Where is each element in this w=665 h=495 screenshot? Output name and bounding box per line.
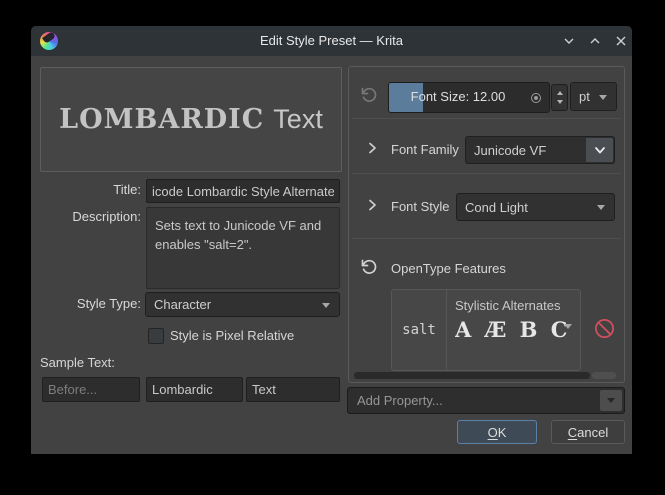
font-family-label: Font Family <box>391 142 459 157</box>
cancel-button[interactable]: Cancel <box>551 420 625 444</box>
font-size-unit-value: pt <box>579 89 590 104</box>
style-type-value: Character <box>154 297 212 312</box>
preview-plain-text: Text <box>273 104 323 134</box>
title-label: Title: <box>113 182 141 197</box>
pixel-relative-checkbox[interactable] <box>148 328 164 344</box>
feature-name: Stylistic Alternates <box>455 298 561 313</box>
chevron-down-icon <box>597 205 605 210</box>
chevron-down-icon <box>607 398 615 403</box>
add-property-dropdown[interactable]: Add Property... <box>347 387 625 414</box>
row-separator <box>352 238 621 239</box>
opentype-features-label: OpenType Features <box>391 261 506 276</box>
font-style-value: Cond Light <box>465 199 528 215</box>
sample-before-input[interactable] <box>42 377 140 402</box>
minimize-button[interactable] <box>561 34 577 48</box>
title-input[interactable] <box>146 179 340 203</box>
row-separator <box>352 173 621 174</box>
style-preview: LOMBARDIC Text <box>40 67 342 172</box>
remove-feature-icon[interactable] <box>593 317 616 340</box>
style-type-label: Style Type: <box>76 296 141 311</box>
scrollbar-handle[interactable] <box>354 372 590 379</box>
cancel-label-initial: C <box>567 424 578 440</box>
horizontal-scrollbar[interactable] <box>354 372 616 379</box>
sample-after-input[interactable] <box>246 377 340 402</box>
spin-up-icon[interactable] <box>556 90 563 95</box>
preview-styled-text: LOMBARDIC <box>59 104 265 135</box>
sample-middle-input[interactable] <box>146 377 243 402</box>
dialog-body: LOMBARDIC Text Title: Description: Sets … <box>31 56 632 454</box>
maximize-button[interactable] <box>587 34 603 48</box>
font-style-label: Font Style <box>391 199 450 214</box>
font-size-stepper[interactable] <box>551 84 568 111</box>
chevron-down-icon <box>599 94 607 100</box>
font-size-unit-dropdown[interactable]: pt <box>570 82 617 111</box>
expand-font-style-icon[interactable] <box>365 198 379 212</box>
add-property-placeholder: Add Property... <box>357 393 443 408</box>
opentype-feature-item[interactable]: salt Stylistic Alternates A Æ B C D <box>391 289 581 371</box>
desktop-background: Edit Style Preset — Krita LOMBARDIC Text… <box>0 0 665 495</box>
feature-tag: salt <box>392 290 447 370</box>
font-size-value: Font Size: 12.00 <box>410 89 506 104</box>
style-type-dropdown[interactable]: Character <box>145 292 340 317</box>
description-textarea[interactable]: Sets text to Junicode VF and enables "sa… <box>146 207 340 289</box>
ok-label-initial: O <box>487 424 498 440</box>
font-family-value: Junicode VF <box>474 142 547 158</box>
edit-style-preset-dialog: Edit Style Preset — Krita LOMBARDIC Text… <box>31 26 632 454</box>
feature-glyph-preview: A Æ B C D <box>455 317 573 342</box>
scrollbar-track-end <box>592 372 616 379</box>
chevron-down-icon <box>322 302 330 308</box>
window-title: Edit Style Preset — Krita <box>259 33 404 48</box>
ok-label-rest: K <box>497 424 507 440</box>
sample-text-label: Sample Text: <box>40 355 115 370</box>
titlebar[interactable]: Edit Style Preset — Krita <box>31 26 632 56</box>
properties-scrollarea: Font Size: 12.00 pt Font Family Junicode… <box>348 66 625 383</box>
font-family-dropdown[interactable]: Junicode VF <box>465 136 615 164</box>
description-label: Description: <box>72 209 141 224</box>
pixel-relative-label: Style is Pixel Relative <box>170 328 295 343</box>
row-separator <box>352 118 621 119</box>
feature-alternates-dropdown-icon[interactable] <box>564 324 572 329</box>
font-style-dropdown[interactable]: Cond Light <box>456 193 615 221</box>
soft-limit-icon[interactable] <box>531 93 541 103</box>
expand-font-family-icon[interactable] <box>365 141 379 155</box>
ok-button[interactable]: OK <box>457 420 537 444</box>
cancel-label-rest: ancel <box>577 424 609 440</box>
font-size-spinbox[interactable]: Font Size: 12.00 <box>388 82 550 113</box>
add-property-dropdown-button[interactable] <box>600 390 622 411</box>
feature-detail: Stylistic Alternates A Æ B C D <box>447 290 573 370</box>
spin-down-icon[interactable] <box>556 100 563 105</box>
reset-opentype-icon[interactable] <box>360 257 378 275</box>
reset-font-size-icon[interactable] <box>360 85 378 103</box>
font-family-dropdown-button[interactable] <box>586 138 613 162</box>
close-button[interactable] <box>613 34 629 48</box>
